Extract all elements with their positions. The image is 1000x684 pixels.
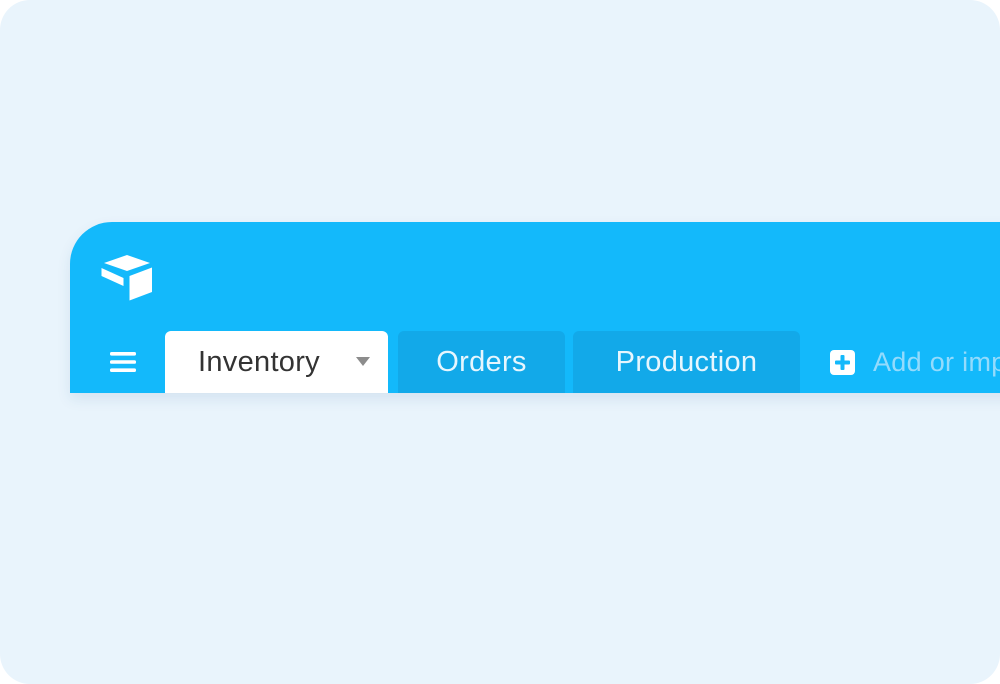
tab-label: Production <box>615 345 758 378</box>
tab-label: Inventory <box>198 345 320 378</box>
caret-down-icon[interactable] <box>356 357 370 366</box>
hamburger-menu-icon[interactable] <box>110 351 136 373</box>
tab-orders[interactable]: Orders <box>398 331 565 393</box>
plus-square-icon <box>830 349 855 375</box>
add-or-import-label: Add or imp <box>873 346 1000 377</box>
add-or-import-button[interactable]: Add or imp <box>830 331 1000 393</box>
tab-label: Orders <box>436 345 527 378</box>
app-header-bar: Inventory Orders Production Add or imp <box>70 222 1000 393</box>
tab-inventory[interactable]: Inventory <box>165 331 388 393</box>
airtable-logo-icon[interactable] <box>100 254 154 302</box>
tab-production[interactable]: Production <box>573 331 800 393</box>
page-background: Inventory Orders Production Add or imp <box>0 0 1000 684</box>
